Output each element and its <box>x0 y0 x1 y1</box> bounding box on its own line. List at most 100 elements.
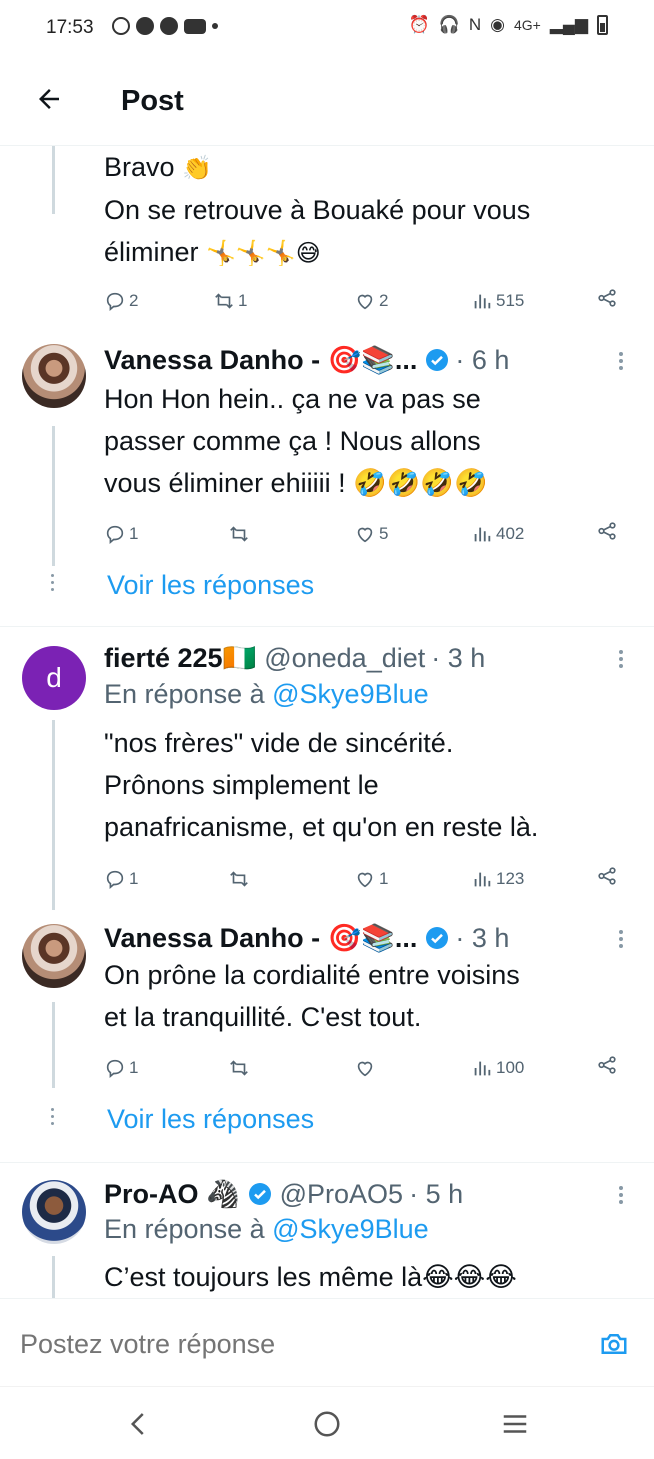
facebook-icon <box>136 17 154 35</box>
tweet-header: Vanessa Danho - 🎯📚... · 3 h <box>104 918 632 958</box>
tweet-text: Hon Hon hein.. ça ne va pas se passer co… <box>104 384 488 498</box>
more-options-icon[interactable] <box>618 648 624 670</box>
tweet-actions: 2 1 2 515 <box>104 287 624 315</box>
tweet-actions: 1 100 <box>104 1054 624 1082</box>
display-name[interactable]: Pro-AO 🦓 <box>104 1178 240 1210</box>
share-icon[interactable] <box>596 520 618 542</box>
like-button[interactable]: 2 <box>354 287 388 315</box>
verified-badge-icon <box>248 1183 271 1205</box>
retweet-icon <box>215 293 233 309</box>
display-name[interactable]: Vanessa Danho - 🎯📚... <box>104 922 417 954</box>
reply-icon <box>106 525 124 545</box>
views-button[interactable]: 515 <box>471 287 524 315</box>
tweet-time: · 5 h <box>409 1178 464 1209</box>
thread-line <box>52 426 55 566</box>
reply-icon <box>106 292 124 312</box>
mention-link[interactable]: @Skye9Blue <box>272 1214 429 1244</box>
tweet-header: Pro-AO 🦓 @ProAO5 · 5 h <box>104 1174 632 1214</box>
back-arrow-icon[interactable] <box>34 84 64 114</box>
nav-back-icon[interactable] <box>124 1409 154 1439</box>
tweet-time: · 3 h <box>455 922 510 953</box>
views-icon <box>474 1061 491 1076</box>
camera-icon[interactable] <box>598 1329 630 1359</box>
avatar[interactable] <box>22 924 86 988</box>
share-icon[interactable] <box>596 865 618 887</box>
tweet-time: · 6 h <box>455 344 510 375</box>
tweet-text: "nos frères" vide de sincérité. Prônons … <box>104 728 539 842</box>
retweet-button[interactable] <box>228 865 253 893</box>
reply-input[interactable] <box>20 1329 580 1360</box>
retweet-icon <box>230 1060 248 1076</box>
tweet-time: · 3 h <box>431 642 486 673</box>
retweet-button[interactable] <box>228 1054 253 1082</box>
views-icon <box>474 294 491 309</box>
thread-line <box>52 720 55 910</box>
views-icon <box>474 872 491 887</box>
user-handle[interactable]: @ProAO5 <box>280 1179 403 1210</box>
verified-badge-icon <box>426 927 449 949</box>
system-icons: ⏰ 🎧 Ν ◉ 4G+ ▂▄▆ <box>408 15 608 35</box>
like-button[interactable] <box>354 1054 379 1082</box>
user-handle[interactable]: @oneda_diet <box>264 643 425 674</box>
heart-icon <box>357 872 373 888</box>
facebook-icon <box>160 17 178 35</box>
tweet-text: On prône la cordialité entre voisins et … <box>104 960 520 1032</box>
reply-composer <box>0 1298 654 1386</box>
avatar[interactable] <box>22 344 86 408</box>
notification-icons <box>112 17 218 35</box>
display-name[interactable]: Vanessa Danho - 🎯📚... <box>104 344 417 376</box>
thread-line <box>52 1256 55 1298</box>
more-options-icon[interactable] <box>618 350 624 372</box>
reply-context: En réponse à @Skye9Blue <box>104 1214 429 1244</box>
views-button[interactable]: 100 <box>471 1054 524 1082</box>
views-button[interactable]: 402 <box>471 520 524 548</box>
tweet-text: C’est toujours les même là😂😂😂 <box>104 1262 517 1292</box>
system-navigation-bar <box>0 1386 654 1459</box>
signal-icon: ▂▄▆ <box>549 15 588 34</box>
avatar[interactable] <box>22 1180 86 1244</box>
nav-recents-icon[interactable] <box>500 1409 530 1439</box>
tweet-header: Vanessa Danho - 🎯📚... · 6 h <box>104 340 632 380</box>
share-icon[interactable] <box>596 287 618 309</box>
tweet-actions: 1 5 402 <box>104 520 624 548</box>
more-options-icon[interactable] <box>618 1184 624 1206</box>
thread-dots <box>51 574 55 595</box>
network-type: 4G+ <box>513 17 541 33</box>
status-bar: 17:53 ⏰ 🎧 Ν ◉ 4G+ ▂▄▆ <box>0 0 654 56</box>
reply-button[interactable]: 1 <box>104 1054 138 1082</box>
avatar[interactable]: d <box>22 646 86 710</box>
hotspot-icon: ◉ <box>490 15 505 34</box>
verified-badge-icon <box>426 349 449 371</box>
retweet-icon <box>230 526 248 542</box>
share-icon[interactable] <box>596 1054 618 1076</box>
views-icon <box>474 527 491 542</box>
more-notifications-icon <box>212 23 218 29</box>
nav-home-icon[interactable] <box>312 1409 342 1439</box>
tweet-header: fierté 225🇨🇮 @oneda_diet · 3 h <box>104 638 632 678</box>
show-replies-link[interactable]: Voir les réponses <box>107 570 314 601</box>
app-notification-icon <box>112 17 130 35</box>
retweet-button[interactable] <box>228 520 253 548</box>
thread-dots <box>51 1108 55 1129</box>
replies-feed[interactable]: Bravo 👏 On se retrouve à Bouaké pour vou… <box>0 146 654 1298</box>
mention-link[interactable]: @Skye9Blue <box>272 679 429 709</box>
heart-icon <box>357 527 373 543</box>
tweet-text: Bravo 👏 On se retrouve à Bouaké pour vou… <box>104 152 531 267</box>
reply-icon <box>106 870 124 890</box>
status-time: 17:53 <box>46 17 94 38</box>
nfc-icon: Ν <box>468 15 482 34</box>
retweet-button[interactable]: 1 <box>213 287 247 315</box>
reply-button[interactable]: 1 <box>104 520 138 548</box>
views-button[interactable]: 123 <box>471 865 524 893</box>
top-app-bar: Post <box>0 56 654 146</box>
more-options-icon[interactable] <box>618 928 624 950</box>
reply-button[interactable]: 1 <box>104 865 138 893</box>
heart-icon <box>357 294 373 310</box>
like-button[interactable]: 1 <box>354 865 388 893</box>
reply-icon <box>106 1059 124 1079</box>
display-name[interactable]: fierté 225🇨🇮 <box>104 642 256 674</box>
show-replies-link[interactable]: Voir les réponses <box>107 1104 314 1135</box>
battery-icon <box>597 15 608 35</box>
reply-button[interactable]: 2 <box>104 287 138 315</box>
like-button[interactable]: 5 <box>354 520 388 548</box>
